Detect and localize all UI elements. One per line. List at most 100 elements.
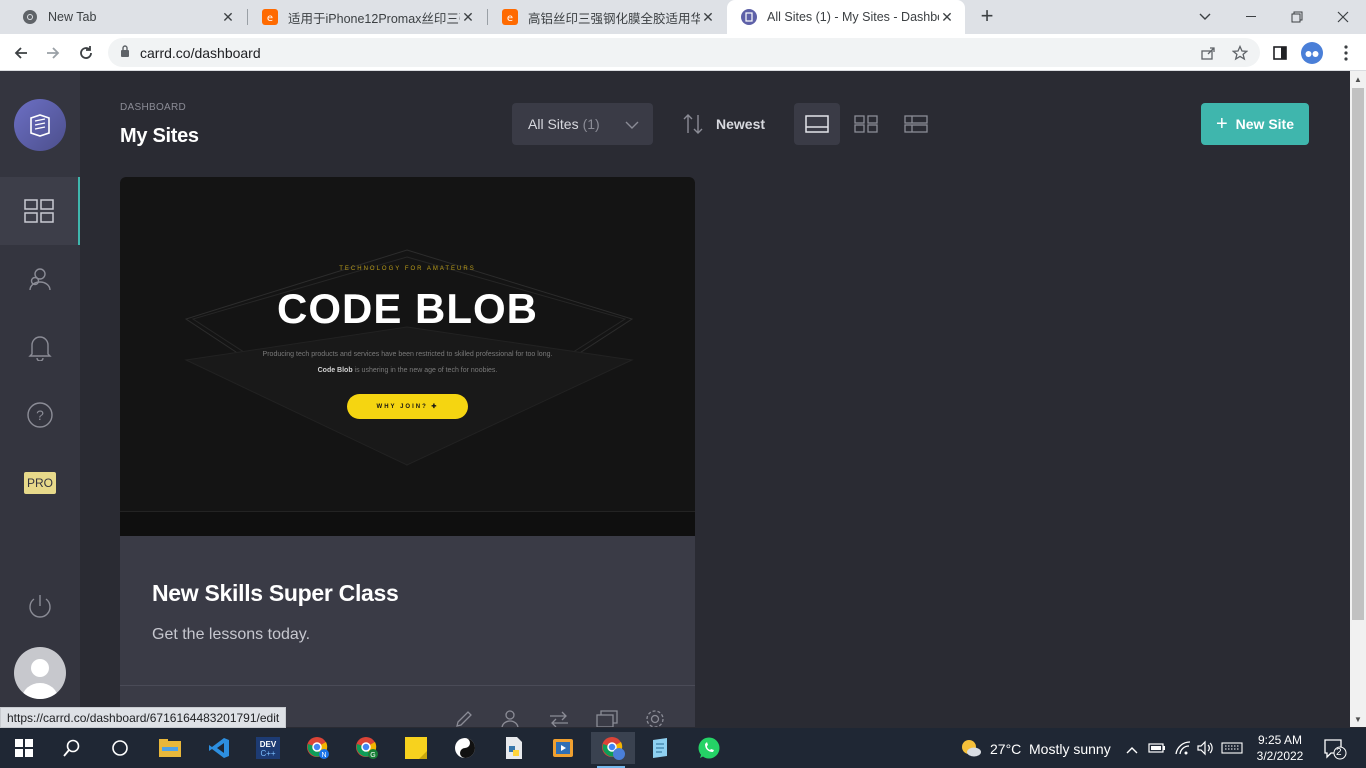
tab-alibaba-2[interactable]: e 高铝丝印三强钢化膜全胶适用华为 ✕ <box>488 0 726 34</box>
tab-new-tab[interactable]: New Tab ✕ <box>8 0 246 34</box>
transfer-icon[interactable] <box>547 707 571 727</box>
carrd-icon <box>741 9 757 25</box>
scrollbar-thumb[interactable] <box>1352 88 1364 620</box>
grid-view-icon <box>854 115 878 133</box>
task-view-icon[interactable] <box>100 732 140 764</box>
close-tab-icon[interactable]: ✕ <box>700 9 716 25</box>
preview-headline: CODE BLOB <box>277 285 538 332</box>
preview-tagline: TECHNOLOGY FOR AMATEURS <box>339 266 476 272</box>
user-avatar[interactable] <box>14 647 66 699</box>
wifi-icon[interactable] <box>1174 740 1192 761</box>
card-divider <box>120 685 695 686</box>
new-site-button[interactable]: + New Site <box>1201 103 1309 145</box>
svg-text:?: ? <box>36 407 44 423</box>
weather-icon[interactable] <box>960 738 982 763</box>
view-list-button[interactable] <box>893 103 939 145</box>
chrome-profile-g-icon[interactable]: G <box>347 732 387 764</box>
new-tab-button[interactable]: + <box>976 5 998 28</box>
close-tab-icon[interactable]: ✕ <box>220 9 236 25</box>
yin-yang-app-icon[interactable] <box>445 732 485 764</box>
file-explorer-icon[interactable] <box>150 732 190 764</box>
preview-line-2-rest: is ushering in the new age of tech for n… <box>352 367 498 374</box>
keyboard-icon[interactable] <box>1221 741 1243 759</box>
sidebar-item-logout[interactable] <box>0 572 80 640</box>
side-panel-icon[interactable] <box>1267 40 1293 66</box>
carrd-logo[interactable] <box>14 99 66 151</box>
browser-menu-icon[interactable] <box>1333 40 1359 66</box>
sidebar-item-help[interactable]: ? <box>0 381 80 449</box>
media-player-icon[interactable] <box>543 732 583 764</box>
chrome-profile-n-icon[interactable]: N <box>298 732 338 764</box>
vscode-icon[interactable] <box>199 732 239 764</box>
system-clock[interactable]: 9:25 AM 3/2/2022 <box>1250 732 1310 764</box>
site-preview-thumbnail[interactable]: TECHNOLOGY FOR AMATEURS CODE BLOB Produc… <box>120 177 695 536</box>
alibaba-icon: e <box>502 9 518 25</box>
bookmark-star-icon[interactable] <box>1230 43 1250 63</box>
settings-gear-icon[interactable] <box>643 707 667 727</box>
view-grid-button[interactable] <box>843 103 889 145</box>
browser-toolbar: carrd.co/dashboard <box>0 34 1366 71</box>
collaborators-icon[interactable] <box>498 707 522 727</box>
profile-avatar-icon[interactable] <box>1299 40 1325 66</box>
tray-overflow-icon[interactable] <box>1126 742 1138 760</box>
weather-description[interactable]: Mostly sunny <box>1029 741 1111 757</box>
windows-taskbar: DEV C++ N G 27°C Mostly sunny 9:25 AM 3/… <box>0 728 1366 768</box>
sticky-notes-icon[interactable] <box>396 732 436 764</box>
restore-icon[interactable] <box>1274 0 1320 34</box>
tab-search-icon[interactable] <box>1182 0 1228 34</box>
duplicate-icon[interactable] <box>595 707 619 727</box>
scroll-up-icon[interactable]: ▲ <box>1354 75 1362 84</box>
notification-count: 2 <box>1336 747 1342 758</box>
site-filter-dropdown[interactable]: All Sites (1) <box>512 103 653 145</box>
chrome-icon <box>22 9 38 25</box>
tab-carrd-dashboard[interactable]: All Sites (1) - My Sites - Dashboard ✕ <box>727 0 965 34</box>
carrd-logo-icon <box>30 114 50 137</box>
page-scrollbar[interactable]: ▲ ▼ <box>1350 71 1366 727</box>
edit-icon[interactable] <box>452 707 476 727</box>
tab-alibaba-1[interactable]: e 适用于iPhone12Promax丝印三强 ✕ <box>248 0 486 34</box>
clock-date: 3/2/2022 <box>1256 749 1304 763</box>
notepad-icon[interactable] <box>640 732 680 764</box>
view-large-button[interactable] <box>794 103 840 145</box>
person-icon <box>22 659 58 699</box>
preview-cta-button: WHY JOIN? ✚ <box>347 394 468 419</box>
clock-time: 9:25 AM <box>1257 733 1303 747</box>
preview-bottom-band <box>120 511 695 536</box>
windows-start-icon[interactable] <box>4 732 44 764</box>
site-card[interactable]: TECHNOLOGY FOR AMATEURS CODE BLOB Produc… <box>120 177 695 727</box>
scroll-down-icon[interactable]: ▼ <box>1354 715 1362 724</box>
carrd-dashboard: ? PRO DASHBOARD My Sites All Sites (1) N… <box>0 71 1350 727</box>
share-icon[interactable] <box>1198 43 1218 63</box>
sidebar-item-sites[interactable] <box>0 177 80 245</box>
python-file-icon[interactable] <box>494 732 534 764</box>
notification-center-icon[interactable] <box>1323 738 1347 765</box>
close-tab-icon[interactable]: ✕ <box>460 9 476 25</box>
svg-text:e: e <box>267 13 273 24</box>
reload-icon[interactable] <box>73 40 99 66</box>
dev-cpp-icon[interactable]: DEV C++ <box>248 732 288 764</box>
sidebar-item-notifications[interactable] <box>0 313 80 381</box>
sort-label: Newest <box>716 116 766 132</box>
sort-icon <box>682 113 704 135</box>
site-name[interactable]: New Skills Super Class <box>152 580 399 607</box>
tab-title: New Tab <box>48 10 97 24</box>
address-bar[interactable]: carrd.co/dashboard <box>108 38 1260 67</box>
sidebar-item-contacts[interactable] <box>0 245 80 313</box>
weather-temperature[interactable]: 27°C <box>990 741 1021 757</box>
url-text: carrd.co/dashboard <box>140 44 261 61</box>
new-site-label: New Site <box>1235 116 1295 132</box>
back-icon[interactable] <box>8 40 34 66</box>
volume-icon[interactable] <box>1196 740 1214 761</box>
close-window-icon[interactable] <box>1320 0 1366 34</box>
chrome-active-window-icon[interactable] <box>591 732 635 768</box>
battery-icon[interactable] <box>1148 741 1166 759</box>
pro-badge[interactable]: PRO <box>24 472 56 494</box>
forward-icon[interactable] <box>40 40 66 66</box>
search-icon[interactable] <box>52 732 92 764</box>
whatsapp-icon[interactable] <box>689 732 729 764</box>
bell-icon <box>28 336 52 361</box>
sort-button[interactable]: Newest <box>682 103 765 145</box>
browser-tab-strip: New Tab ✕ e 适用于iPhone12Promax丝印三强 ✕ e 高铝… <box>0 0 1366 34</box>
close-tab-icon[interactable]: ✕ <box>939 9 955 25</box>
minimize-icon[interactable] <box>1228 0 1274 34</box>
